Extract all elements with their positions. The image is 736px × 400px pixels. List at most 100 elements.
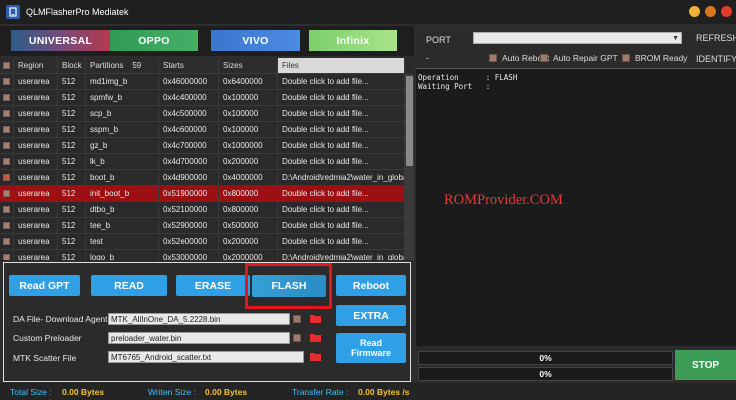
table-row[interactable]: userarea 512 spmfw_b 0x4c400000 0x100000 Doub… (0, 90, 405, 106)
cell-name: gz_b (86, 138, 159, 153)
row-checkbox[interactable] (3, 158, 10, 165)
preloader-folder-icon[interactable] (310, 333, 321, 342)
row-checkbox[interactable] (3, 254, 10, 260)
read-gpt-button[interactable]: Read GPT (9, 275, 80, 296)
cell-file[interactable]: Double click to add file... (278, 218, 405, 233)
header-files[interactable]: Files (278, 58, 405, 73)
table-row[interactable]: userarea 512 gz_b 0x4c700000 0x1000000 Double… (0, 138, 405, 154)
table-scrollbar[interactable] (405, 74, 414, 260)
row-select-cell[interactable] (0, 170, 14, 185)
transfer-rate-label: Transfer Rate : (292, 387, 349, 397)
reboot-button[interactable]: Reboot (336, 275, 406, 296)
cell-file[interactable]: D:\Android\redmia2\water_in_globa (278, 250, 405, 260)
erase-button[interactable]: ERASE (176, 275, 250, 296)
tab-universal[interactable]: UNIVERSAL (11, 30, 110, 51)
cell-file[interactable]: Double click to add file... (278, 74, 405, 89)
row-select-cell[interactable] (0, 234, 14, 249)
row-checkbox[interactable] (3, 206, 10, 213)
extra-button[interactable]: EXTRA (336, 305, 406, 326)
row-checkbox[interactable] (3, 190, 10, 197)
row-checkbox[interactable] (3, 238, 10, 245)
header-select-all[interactable] (0, 58, 14, 73)
cell-file[interactable]: Double click to add file... (278, 234, 405, 249)
brom-ready-option[interactable]: BROM Ready (622, 53, 687, 63)
row-select-cell[interactable] (0, 202, 14, 217)
cell-file[interactable]: Double click to add file... (278, 122, 405, 137)
row-select-cell[interactable] (0, 250, 14, 260)
row-select-cell[interactable] (0, 218, 14, 233)
cell-file[interactable]: Double click to add file... (278, 90, 405, 105)
log-line: Waiting Port : (418, 82, 491, 91)
row-select-cell[interactable] (0, 186, 14, 201)
cell-file[interactable]: Double click to add file... (278, 202, 405, 217)
da-file-checkbox[interactable] (293, 315, 301, 323)
scatter-file-input[interactable]: MT6765_Android_scatter.txt (108, 351, 304, 363)
cell-name: boot_b (86, 170, 159, 185)
identify-button[interactable]: IDENTIFY (696, 54, 736, 64)
row-checkbox[interactable] (3, 126, 10, 133)
stop-button[interactable]: STOP (675, 350, 736, 380)
port-dropdown[interactable]: ▼ (473, 32, 682, 44)
table-row[interactable]: userarea 512 test 0x52e00000 0x200000 Double … (0, 234, 405, 250)
cell-size: 0x4000000 (219, 170, 278, 185)
refresh-button[interactable]: REFRESH (696, 33, 736, 43)
table-row[interactable]: userarea 512 lk_b 0x4d700000 0x200000 Double … (0, 154, 405, 170)
row-checkbox[interactable] (3, 78, 10, 85)
minimize-button[interactable] (689, 6, 700, 17)
close-button[interactable] (721, 6, 732, 17)
table-row[interactable]: userarea 512 tee_b 0x52900000 0x500000 Double… (0, 218, 405, 234)
tab-infinix[interactable]: Infinix (309, 30, 397, 51)
window-title: QLMFlasherPro Mediatek (26, 7, 129, 17)
row-select-cell[interactable] (0, 154, 14, 169)
cell-file[interactable]: Double click to add file... (278, 106, 405, 121)
cell-file[interactable]: Double click to add file... (278, 138, 405, 153)
row-select-cell[interactable] (0, 90, 14, 105)
table-row[interactable]: userarea 512 md1img_b 0x46000000 0x6400000 Do… (0, 74, 405, 90)
table-row[interactable]: userarea 512 dtbo_b 0x52100000 0x800000 Doubl… (0, 202, 405, 218)
cell-block: 512 (58, 186, 86, 201)
flash-button[interactable]: FLASH (252, 275, 326, 297)
row-checkbox[interactable] (3, 110, 10, 117)
row-checkbox[interactable] (3, 142, 10, 149)
auto-repair-checkbox[interactable] (540, 54, 548, 62)
cell-file[interactable]: Double click to add file... (278, 154, 405, 169)
header-region[interactable]: Region (14, 58, 58, 73)
brom-ready-label: BROM Ready (635, 53, 688, 63)
preloader-checkbox[interactable] (293, 334, 301, 342)
row-select-cell[interactable] (0, 74, 14, 89)
table-row[interactable]: userarea 512 init_boot_b 0x51900000 0x800000… (0, 186, 405, 202)
header-sizes[interactable]: Sizes (219, 58, 278, 73)
cell-file[interactable]: Double click to add file... (278, 186, 405, 201)
da-folder-icon[interactable] (310, 314, 321, 323)
row-checkbox[interactable] (3, 94, 10, 101)
da-file-input[interactable]: MTK_AllInOne_DA_5.2228.bin (108, 313, 290, 325)
row-checkbox[interactable] (3, 174, 10, 181)
brom-ready-checkbox[interactable] (622, 54, 630, 62)
scatter-folder-icon[interactable] (310, 352, 321, 361)
cell-region: userarea (14, 234, 58, 249)
row-select-cell[interactable] (0, 138, 14, 153)
action-panel: Read GPT READ ERASE FLASH Reboot EXTRA R… (3, 262, 411, 382)
auto-reboot-checkbox[interactable] (489, 54, 497, 62)
cell-file[interactable]: D:\Android\redmia2\water_in_globa (278, 170, 405, 185)
table-row[interactable]: userarea 512 boot_b 0x4d900000 0x4000000 D:\A… (0, 170, 405, 186)
tab-vivo[interactable]: VIVO (211, 30, 300, 51)
table-row[interactable]: userarea 512 scp_b 0x4c500000 0x100000 Double… (0, 106, 405, 122)
header-starts[interactable]: Starts (159, 58, 219, 73)
maximize-button[interactable] (705, 6, 716, 17)
cell-size: 0x200000 (219, 154, 278, 169)
row-select-cell[interactable] (0, 106, 14, 121)
read-firmware-button[interactable]: Read Firmware (336, 333, 406, 363)
scrollbar-thumb[interactable] (406, 76, 413, 166)
table-row[interactable]: userarea 512 logo_b 0x53000000 0x2000000 D:\A… (0, 250, 405, 260)
custom-preloader-input[interactable]: preloader_water.bin (108, 332, 290, 344)
header-partitions[interactable]: Partitions 59 (86, 58, 159, 73)
read-button[interactable]: READ (91, 275, 167, 296)
row-select-cell[interactable] (0, 122, 14, 137)
tab-oppo[interactable]: OPPO (110, 30, 198, 51)
auto-repair-option[interactable]: Auto Repair GPT (540, 53, 618, 63)
select-all-checkbox[interactable] (3, 62, 10, 69)
header-block[interactable]: Block (58, 58, 86, 73)
table-row[interactable]: userarea 512 sspm_b 0x4c600000 0x100000 Doubl… (0, 122, 405, 138)
row-checkbox[interactable] (3, 222, 10, 229)
